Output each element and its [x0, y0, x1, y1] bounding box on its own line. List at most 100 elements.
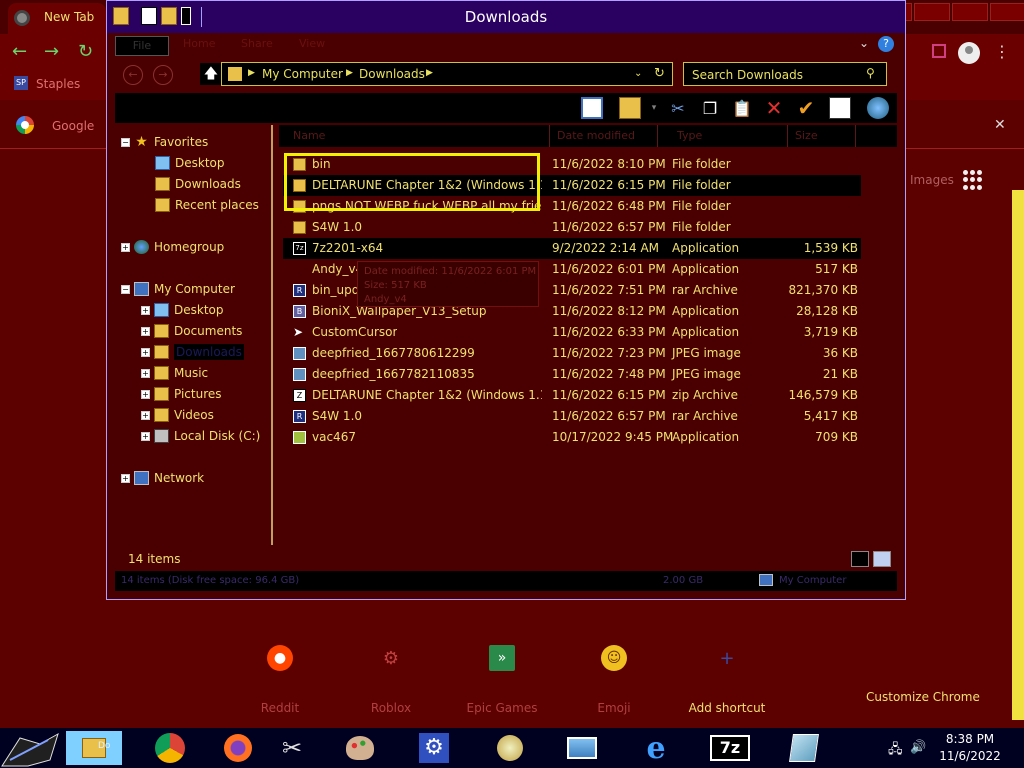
collapse-icon[interactable]: − [121, 137, 130, 147]
infobar-close-icon[interactable]: ✕ [994, 117, 1006, 133]
back-icon[interactable]: ← [123, 65, 143, 85]
refresh-icon[interactable]: ↻ [654, 66, 665, 81]
tree-item-homegroup[interactable]: + Homegroup [121, 238, 224, 256]
paste-icon[interactable]: 📋 [731, 97, 753, 119]
breadcrumb-separator-icon[interactable]: ▶ [346, 68, 353, 78]
delete-icon[interactable]: ✕ [763, 96, 785, 120]
tree-item-recent-places[interactable]: Recent places [155, 196, 259, 214]
move-to-icon[interactable] [619, 97, 641, 119]
expand-icon[interactable]: + [141, 431, 150, 441]
expand-icon[interactable]: + [141, 305, 150, 315]
expand-icon[interactable]: + [141, 368, 150, 378]
taskbar-snipping[interactable]: ✂ [264, 731, 320, 765]
tree-item-desktop-fav[interactable]: Desktop [155, 154, 225, 172]
copy-icon[interactable]: ❐ [699, 97, 721, 119]
file-row[interactable]: vac467 10/17/2022 9:45 PM Application 70… [283, 427, 861, 448]
chevron-down-icon[interactable]: ▾ [643, 97, 665, 119]
collapse-icon[interactable]: − [121, 284, 130, 294]
taskbar-network-app[interactable] [482, 731, 538, 765]
details-view-icon[interactable] [851, 551, 869, 567]
taskbar-notepad[interactable] [776, 731, 832, 765]
column-date[interactable]: Date modified [557, 129, 635, 142]
shortcut-emoji[interactable]: ☺ Emoji [564, 645, 664, 715]
staples-bookmark-icon[interactable]: SP [14, 76, 28, 90]
tree-item-network[interactable]: + Network [121, 469, 204, 487]
chrome-menu-icon[interactable]: ⋮ [994, 42, 1010, 61]
taskbar-7zip[interactable]: 7z [702, 731, 758, 765]
forward-arrow-icon[interactable]: → [44, 42, 59, 62]
column-separator[interactable] [657, 125, 658, 147]
reload-icon[interactable]: ↻ [78, 42, 93, 62]
tree-item-pictures[interactable]: + Pictures [141, 385, 222, 403]
ribbon-share-tab[interactable]: Share [241, 37, 273, 55]
profile-avatar[interactable] [958, 42, 980, 64]
column-separator[interactable] [787, 125, 788, 147]
tree-item-downloads-fav[interactable]: Downloads [155, 175, 241, 193]
shortcut-roblox[interactable]: ⚙ Roblox [341, 645, 441, 716]
checkmark-icon[interactable]: ✔ [795, 96, 817, 120]
chevron-down-icon[interactable]: ⌄ [634, 68, 642, 79]
file-row[interactable]: Z DELTARUNE Chapter 1&2 (Windows 1.10) 1… [283, 385, 861, 406]
chrome-extra-button-2[interactable] [952, 3, 988, 21]
expand-icon[interactable]: + [141, 326, 150, 336]
expand-icon[interactable]: + [121, 473, 130, 483]
shortcut-reddit[interactable]: ● Reddit [230, 645, 330, 715]
taskbar-photos[interactable] [554, 731, 610, 765]
apps-grid-icon[interactable] [963, 170, 983, 190]
column-size[interactable]: Size [795, 129, 818, 142]
file-row[interactable]: S4W 1.0 11/6/2022 6:57 PM File folder [283, 217, 861, 238]
breadcrumb-my-computer[interactable]: My Computer [262, 67, 343, 81]
taskbar-paint[interactable] [332, 731, 388, 765]
breadcrumb-separator-icon[interactable]: ▶ [426, 68, 433, 78]
taskbar-settings[interactable]: ⚙ [406, 731, 462, 765]
tree-item-documents[interactable]: + Documents [141, 322, 242, 340]
help-icon[interactable]: ? [878, 36, 894, 52]
expand-icon[interactable]: + [141, 389, 150, 399]
tree-item-downloads[interactable]: + Downloads [141, 343, 244, 361]
expand-icon[interactable]: + [141, 347, 150, 357]
search-icon[interactable]: ⚲ [866, 66, 875, 80]
taskbar-firefox[interactable] [210, 731, 266, 765]
back-arrow-icon[interactable]: ← [12, 42, 27, 62]
ribbon-collapse-icon[interactable]: ⌄ [859, 36, 869, 50]
tree-item-music[interactable]: + Music [141, 364, 208, 382]
address-bar[interactable]: ▶ My Computer ▶ Downloads ▶ ⌄ ↻ [221, 62, 673, 86]
pane-divider[interactable] [271, 125, 273, 545]
tree-item-local-disk[interactable]: + Local Disk (C:) [141, 427, 260, 445]
file-row[interactable]: ➤ CustomCursor 11/6/2022 6:33 PM Applica… [283, 322, 861, 343]
breadcrumb-downloads[interactable]: Downloads [359, 67, 425, 81]
extension-icon[interactable] [932, 44, 946, 58]
tree-item-videos[interactable]: + Videos [141, 406, 214, 424]
cut-icon[interactable]: ✂ [667, 97, 689, 119]
explorer-titlebar[interactable]: Downloads [107, 1, 905, 33]
add-shortcut-button[interactable]: + Add shortcut [677, 645, 777, 716]
images-link[interactable]: Images [910, 173, 954, 187]
tree-item-favorites[interactable]: − ★ Favorites [121, 133, 208, 151]
expand-icon[interactable]: + [141, 410, 150, 420]
taskbar-chrome[interactable] [142, 731, 198, 765]
column-separator[interactable] [855, 125, 856, 147]
clock-time[interactable]: 8:38 PM [930, 732, 1010, 746]
preview-pane-icon[interactable] [581, 97, 603, 119]
shortcut-epic[interactable]: » Epic Games [452, 645, 552, 715]
chrome-extra-button-3[interactable] [990, 3, 1024, 21]
chrome-tab[interactable]: New Tab [8, 3, 106, 34]
globe-icon[interactable] [867, 97, 889, 119]
expand-icon[interactable]: + [121, 242, 130, 252]
column-separator[interactable] [549, 125, 550, 147]
breadcrumb-separator-icon[interactable]: ▶ [248, 68, 255, 78]
rename-icon[interactable] [829, 97, 851, 119]
tree-item-desktop[interactable]: + Desktop [141, 301, 224, 319]
ribbon-file-tab[interactable]: File [115, 36, 169, 56]
customize-chrome-button[interactable]: Customize Chrome [866, 690, 980, 704]
chrome-extra-button[interactable] [914, 3, 950, 21]
forward-icon[interactable]: → [153, 65, 173, 85]
bookmark-label[interactable]: Staples [36, 77, 80, 91]
up-arrow-icon[interactable]: 🡅 [200, 63, 222, 85]
network-tray-icon[interactable]: 🖧 [888, 740, 903, 762]
search-input[interactable]: Search Downloads ⚲ [683, 62, 887, 86]
large-icons-view-icon[interactable] [873, 551, 891, 567]
file-row[interactable]: deepfried_1667782110835 11/6/2022 7:48 P… [283, 364, 861, 385]
start-button[interactable] [0, 730, 62, 768]
ribbon-view-tab[interactable]: View [299, 37, 325, 55]
